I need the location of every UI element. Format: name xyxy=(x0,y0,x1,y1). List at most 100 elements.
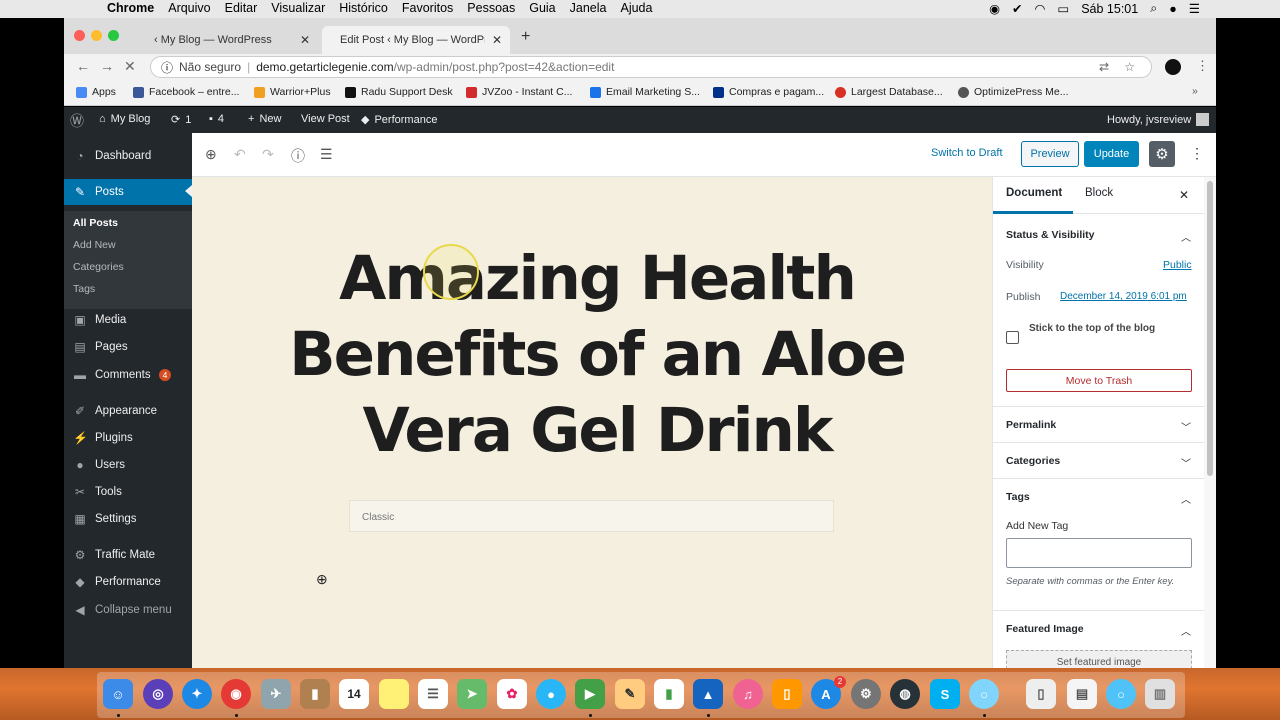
menu-app-name[interactable]: Chrome xyxy=(107,1,154,15)
featured-image-heading[interactable]: Featured Image xyxy=(1006,623,1084,635)
admin-bar-comments[interactable]: ▪ 4 xyxy=(209,113,224,125)
siri-icon[interactable]: ● xyxy=(1169,2,1177,16)
sidebar-item-tools[interactable]: ✂ Tools xyxy=(64,480,192,504)
menu-arquivo[interactable]: Arquivo xyxy=(168,1,210,15)
stop-loading-icon[interactable]: ✕ xyxy=(124,58,136,75)
keynote-icon[interactable]: ▲ xyxy=(693,679,723,709)
address-bar[interactable]: ⓘ Não seguro | demo.getarticlegenie.com … xyxy=(150,56,1152,78)
record-icon[interactable]: ◉ xyxy=(989,1,1000,16)
system-preferences-icon[interactable]: ⚙ xyxy=(851,679,881,709)
admin-bar-site[interactable]: ⌂ My Blog xyxy=(99,113,150,125)
battery-icon[interactable]: ▭ xyxy=(1057,1,1069,16)
classic-block[interactable]: Classic xyxy=(349,500,834,532)
sidebar-item-users[interactable]: ● Users xyxy=(64,453,192,477)
contacts-icon[interactable]: ▮ xyxy=(300,679,330,709)
bookmark-apps[interactable]: Apps xyxy=(76,86,116,98)
admin-bar-account[interactable]: Howdy, jvsreview xyxy=(1107,113,1210,126)
menu-historico[interactable]: Histórico xyxy=(339,1,388,15)
safari-icon[interactable]: ✦ xyxy=(182,679,212,709)
publish-date-link[interactable]: December 14, 2019 6:01 pm xyxy=(1060,291,1187,302)
switch-to-draft-button[interactable]: Switch to Draft xyxy=(931,147,1003,159)
chevron-up-icon[interactable]: ︿ xyxy=(1181,491,1191,506)
move-to-trash-button[interactable]: Move to Trash xyxy=(1006,369,1192,392)
post-title[interactable]: Amazing Health Benefits of an Aloe Vera … xyxy=(282,241,912,469)
browser-tab-2[interactable]: Edit Post ‹ My Blog — WordPre ✕ xyxy=(322,26,510,54)
status-visibility-heading[interactable]: Status & Visibility xyxy=(1006,229,1095,241)
chevron-down-icon[interactable]: ﹀ xyxy=(1181,419,1191,434)
browser-tab-1[interactable]: ‹ My Blog — WordPress ✕ xyxy=(136,26,318,54)
bookmark-optimizepress[interactable]: OptimizePress Me... xyxy=(958,86,1069,98)
chevron-up-icon[interactable]: ︿ xyxy=(1181,229,1191,244)
reminders-icon[interactable]: ☰ xyxy=(418,679,448,709)
admin-bar-new[interactable]: + New xyxy=(248,113,281,125)
tag-input[interactable] xyxy=(1006,538,1192,568)
calendar-icon[interactable]: 14 xyxy=(339,679,369,709)
sidebar-item-dashboard[interactable]: ◔ Dashboard xyxy=(64,144,192,168)
trash-icon[interactable]: ▥ xyxy=(1145,679,1175,709)
window-minimize-button[interactable] xyxy=(91,30,102,41)
pages-app-icon[interactable]: ✎ xyxy=(615,679,645,709)
submenu-add-new[interactable]: Add New xyxy=(73,239,116,251)
bookmark-facebook[interactable]: Facebook – entre... xyxy=(133,86,239,98)
sidebar-item-settings[interactable]: ▦ Settings xyxy=(64,507,192,531)
admin-bar-performance[interactable]: ◆ Performance xyxy=(361,113,437,127)
bookmarks-overflow-icon[interactable]: » xyxy=(1192,85,1198,97)
submenu-categories[interactable]: Categories xyxy=(73,261,124,273)
itunes-icon[interactable]: ♫ xyxy=(733,679,763,709)
back-icon[interactable]: ← xyxy=(76,58,90,74)
books-icon[interactable]: ▯ xyxy=(772,679,802,709)
sidebar-item-plugins[interactable]: ⚡ Plugins xyxy=(64,426,192,450)
chevron-down-icon[interactable]: ﹀ xyxy=(1181,455,1191,470)
clock[interactable]: Sáb 15:01 xyxy=(1081,2,1138,16)
more-options-icon[interactable]: ⋮ xyxy=(1190,145,1204,162)
info-icon[interactable]: ⓘ xyxy=(161,59,173,76)
close-icon[interactable]: ✕ xyxy=(1179,188,1189,202)
update-button[interactable]: Update xyxy=(1084,141,1139,167)
downloads-stack-icon[interactable]: ▤ xyxy=(1067,679,1097,709)
tab-document[interactable]: Document xyxy=(1006,187,1062,199)
bookmark-radu-support[interactable]: Radu Support Desk xyxy=(345,86,453,98)
screen-recorder-icon[interactable]: ○ xyxy=(969,679,999,709)
undo-icon[interactable]: ↶ xyxy=(234,146,246,163)
preview-button[interactable]: Preview xyxy=(1021,141,1079,167)
scrollbar-thumb[interactable] xyxy=(1207,181,1213,476)
set-featured-image-button[interactable]: Set featured image xyxy=(1006,650,1192,668)
extension-icon[interactable] xyxy=(1165,59,1181,75)
visibility-link[interactable]: Public xyxy=(1163,259,1192,271)
sidebar-collapse-menu[interactable]: ◀ Collapse menu xyxy=(64,598,192,622)
panel-scrollbar[interactable] xyxy=(1204,177,1216,668)
chrome-icon[interactable]: ◉ xyxy=(221,679,251,709)
menu-janela[interactable]: Janela xyxy=(570,1,607,15)
tags-heading[interactable]: Tags xyxy=(1006,491,1030,503)
sidebar-item-posts[interactable]: ✎ Posts xyxy=(64,179,192,205)
sidebar-item-comments[interactable]: ▬ Comments 4 xyxy=(64,363,192,387)
menu-visualizar[interactable]: Visualizar xyxy=(271,1,325,15)
steam-icon[interactable]: ◍ xyxy=(890,679,920,709)
bookmark-star-icon[interactable]: ☆ xyxy=(1124,60,1135,74)
submenu-all-posts[interactable]: All Posts xyxy=(73,217,118,229)
siri-icon[interactable]: ◎ xyxy=(143,679,173,709)
menu-editar[interactable]: Editar xyxy=(225,1,258,15)
inline-add-block-icon[interactable]: ⊕ xyxy=(316,571,328,588)
bookmark-largest-database[interactable]: Largest Database... xyxy=(835,86,943,98)
block-navigation-icon[interactable]: ☰ xyxy=(320,146,333,163)
spotlight-search-icon[interactable]: ⌕ xyxy=(1150,1,1157,16)
add-block-icon[interactable]: ⊕ xyxy=(205,146,217,163)
sidebar-item-traffic-mate[interactable]: ⚙ Traffic Mate xyxy=(64,543,192,567)
sidebar-item-performance[interactable]: ◆ Performance xyxy=(64,570,192,594)
tab-block[interactable]: Block xyxy=(1085,187,1113,199)
info-icon[interactable]: ⓘ xyxy=(291,146,305,166)
bookmark-email-marketing[interactable]: Email Marketing S... xyxy=(590,86,700,98)
menu-favoritos[interactable]: Favoritos xyxy=(402,1,453,15)
forward-icon[interactable]: → xyxy=(100,58,114,74)
facetime-icon[interactable]: ▶ xyxy=(575,679,605,709)
document-icon[interactable]: ▯ xyxy=(1026,679,1056,709)
permalink-heading[interactable]: Permalink xyxy=(1006,419,1056,431)
preview-icon[interactable]: ✈ xyxy=(261,679,291,709)
numbers-icon[interactable]: ▮ xyxy=(654,679,684,709)
bookmark-jvzoo[interactable]: JVZoo - Instant C... xyxy=(466,86,572,98)
menu-guia[interactable]: Guia xyxy=(529,1,555,15)
window-zoom-button[interactable] xyxy=(108,30,119,41)
sticky-checkbox[interactable] xyxy=(1006,331,1019,344)
wordpress-logo-icon[interactable]: Ⓦ xyxy=(70,111,84,131)
